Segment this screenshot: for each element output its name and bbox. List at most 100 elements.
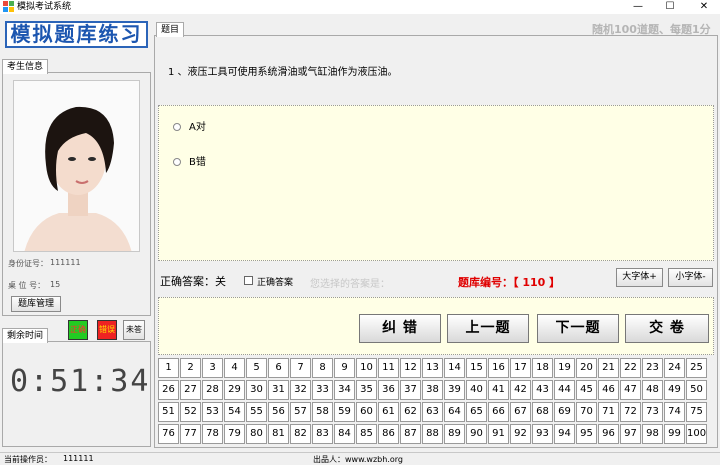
question-number-cell[interactable]: 70 xyxy=(576,402,597,422)
question-number-cell[interactable]: 17 xyxy=(510,358,531,378)
question-number-cell[interactable]: 78 xyxy=(202,424,223,444)
question-number-cell[interactable]: 83 xyxy=(312,424,333,444)
question-number-cell[interactable]: 88 xyxy=(422,424,443,444)
question-number-cell[interactable]: 20 xyxy=(576,358,597,378)
option-a[interactable]: A对 xyxy=(173,118,206,133)
question-number-cell[interactable]: 68 xyxy=(532,402,553,422)
question-number-cell[interactable]: 60 xyxy=(356,402,377,422)
question-number-cell[interactable]: 51 xyxy=(158,402,179,422)
question-number-cell[interactable]: 93 xyxy=(532,424,553,444)
question-number-cell[interactable]: 99 xyxy=(664,424,685,444)
question-number-cell[interactable]: 61 xyxy=(378,402,399,422)
question-number-cell[interactable]: 95 xyxy=(576,424,597,444)
question-number-cell[interactable]: 79 xyxy=(224,424,245,444)
question-number-cell[interactable]: 7 xyxy=(290,358,311,378)
question-number-cell[interactable]: 52 xyxy=(180,402,201,422)
question-number-cell[interactable]: 33 xyxy=(312,380,333,400)
question-number-cell[interactable]: 16 xyxy=(488,358,509,378)
question-number-cell[interactable]: 64 xyxy=(444,402,465,422)
question-number-cell[interactable]: 40 xyxy=(466,380,487,400)
question-number-cell[interactable]: 25 xyxy=(686,358,707,378)
question-number-cell[interactable]: 34 xyxy=(334,380,355,400)
question-number-cell[interactable]: 94 xyxy=(554,424,575,444)
question-number-cell[interactable]: 18 xyxy=(532,358,553,378)
question-number-cell[interactable]: 1 xyxy=(158,358,179,378)
question-number-cell[interactable]: 53 xyxy=(202,402,223,422)
question-number-cell[interactable]: 4 xyxy=(224,358,245,378)
question-number-cell[interactable]: 48 xyxy=(642,380,663,400)
question-number-cell[interactable]: 13 xyxy=(422,358,443,378)
question-number-cell[interactable]: 45 xyxy=(576,380,597,400)
question-number-cell[interactable]: 31 xyxy=(268,380,289,400)
report-error-button[interactable]: 纠 错 xyxy=(359,314,441,343)
question-number-cell[interactable]: 15 xyxy=(466,358,487,378)
question-number-cell[interactable]: 62 xyxy=(400,402,421,422)
question-number-cell[interactable]: 32 xyxy=(290,380,311,400)
question-number-cell[interactable]: 89 xyxy=(444,424,465,444)
question-number-cell[interactable]: 67 xyxy=(510,402,531,422)
small-font-button[interactable]: 小字体- xyxy=(668,268,713,287)
question-number-cell[interactable]: 81 xyxy=(268,424,289,444)
question-number-cell[interactable]: 58 xyxy=(312,402,333,422)
question-number-cell[interactable]: 55 xyxy=(246,402,267,422)
question-number-cell[interactable]: 36 xyxy=(378,380,399,400)
question-number-cell[interactable]: 44 xyxy=(554,380,575,400)
big-font-button[interactable]: 大字体+ xyxy=(616,268,663,287)
question-number-cell[interactable]: 42 xyxy=(510,380,531,400)
question-number-cell[interactable]: 100 xyxy=(686,424,707,444)
question-number-cell[interactable]: 49 xyxy=(664,380,685,400)
question-number-cell[interactable]: 92 xyxy=(510,424,531,444)
question-number-cell[interactable]: 22 xyxy=(620,358,641,378)
question-number-cell[interactable]: 54 xyxy=(224,402,245,422)
question-number-cell[interactable]: 46 xyxy=(598,380,619,400)
question-number-cell[interactable]: 27 xyxy=(180,380,201,400)
maximize-icon[interactable]: ☐ xyxy=(659,0,681,14)
question-number-cell[interactable]: 59 xyxy=(334,402,355,422)
question-number-cell[interactable]: 97 xyxy=(620,424,641,444)
question-number-cell[interactable]: 98 xyxy=(642,424,663,444)
option-b[interactable]: B错 xyxy=(173,153,206,168)
question-number-cell[interactable]: 39 xyxy=(444,380,465,400)
question-bank-manage-button[interactable]: 题库管理 xyxy=(11,296,61,312)
question-number-cell[interactable]: 38 xyxy=(422,380,443,400)
question-number-cell[interactable]: 85 xyxy=(356,424,377,444)
next-question-button[interactable]: 下一题 xyxy=(537,314,619,343)
question-number-cell[interactable]: 29 xyxy=(224,380,245,400)
question-number-cell[interactable]: 11 xyxy=(378,358,399,378)
question-number-cell[interactable]: 6 xyxy=(268,358,289,378)
question-number-cell[interactable]: 19 xyxy=(554,358,575,378)
question-number-cell[interactable]: 43 xyxy=(532,380,553,400)
question-number-cell[interactable]: 41 xyxy=(488,380,509,400)
question-number-cell[interactable]: 35 xyxy=(356,380,377,400)
question-number-cell[interactable]: 21 xyxy=(598,358,619,378)
question-number-cell[interactable]: 28 xyxy=(202,380,223,400)
question-number-cell[interactable]: 3 xyxy=(202,358,223,378)
minimize-icon[interactable]: — xyxy=(627,0,649,14)
question-number-cell[interactable]: 90 xyxy=(466,424,487,444)
question-number-cell[interactable]: 74 xyxy=(664,402,685,422)
question-number-cell[interactable]: 23 xyxy=(642,358,663,378)
question-number-cell[interactable]: 71 xyxy=(598,402,619,422)
question-number-cell[interactable]: 77 xyxy=(180,424,201,444)
question-number-cell[interactable]: 73 xyxy=(642,402,663,422)
question-number-cell[interactable]: 12 xyxy=(400,358,421,378)
question-number-cell[interactable]: 57 xyxy=(290,402,311,422)
question-number-cell[interactable]: 86 xyxy=(378,424,399,444)
question-number-cell[interactable]: 65 xyxy=(466,402,487,422)
question-number-cell[interactable]: 72 xyxy=(620,402,641,422)
question-number-cell[interactable]: 80 xyxy=(246,424,267,444)
question-number-cell[interactable]: 14 xyxy=(444,358,465,378)
question-number-cell[interactable]: 50 xyxy=(686,380,707,400)
question-number-cell[interactable]: 26 xyxy=(158,380,179,400)
question-number-cell[interactable]: 37 xyxy=(400,380,421,400)
question-number-cell[interactable]: 63 xyxy=(422,402,443,422)
submit-exam-button[interactable]: 交 卷 xyxy=(625,314,709,343)
question-number-cell[interactable]: 69 xyxy=(554,402,575,422)
close-icon[interactable]: ✕ xyxy=(693,0,715,14)
question-number-cell[interactable]: 56 xyxy=(268,402,289,422)
question-number-cell[interactable]: 96 xyxy=(598,424,619,444)
prev-question-button[interactable]: 上一题 xyxy=(447,314,529,343)
question-number-cell[interactable]: 82 xyxy=(290,424,311,444)
question-number-cell[interactable]: 91 xyxy=(488,424,509,444)
question-number-cell[interactable]: 47 xyxy=(620,380,641,400)
